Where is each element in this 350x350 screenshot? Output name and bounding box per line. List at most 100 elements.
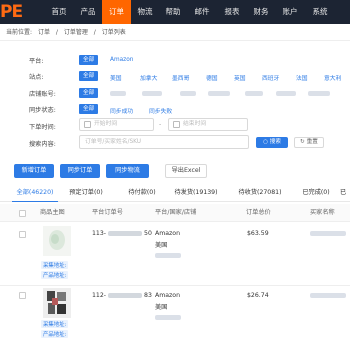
col-order-total: 订单总价 — [246, 209, 271, 216]
site-option-us[interactable]: 美国 — [110, 73, 122, 82]
row-country: 美国 — [155, 242, 168, 249]
order-number-prefix: 112- — [92, 292, 107, 299]
shop-option[interactable] — [308, 91, 330, 96]
site-option-france[interactable]: 法国 — [296, 73, 308, 82]
product-address-link[interactable]: 产品地址: — [41, 271, 69, 279]
product-thumbnail[interactable] — [43, 226, 71, 256]
table-row[interactable]: 采集地址: 产品地址: 113- 50 Amazon 美国 $63.59 — [0, 222, 350, 286]
redacted-order-number — [108, 230, 143, 236]
nav-reports[interactable]: 报表 — [217, 0, 247, 24]
site-option-germany[interactable]: 德国 — [206, 73, 218, 82]
top-nav: PE 首页 产品 订单 物流 帮助 邮件 报表 财务 账户 系统 — [0, 0, 350, 24]
shop-option[interactable] — [276, 91, 296, 96]
start-date-input[interactable]: 开始时间 — [79, 118, 154, 131]
sync-option-success[interactable]: 同步成功 — [110, 106, 133, 115]
order-number[interactable]: 113- 50 — [92, 230, 152, 237]
platform-option-amazon[interactable]: Amazon — [110, 57, 133, 63]
row-shop — [155, 315, 181, 320]
tab-all[interactable]: 全部(46220) — [12, 184, 58, 202]
shop-option[interactable] — [180, 91, 196, 96]
platform-label: 平台: — [29, 58, 44, 65]
nav-home[interactable]: 首页 — [44, 0, 74, 24]
collect-address-link[interactable]: 采集地址: — [41, 320, 69, 328]
col-platform-country-shop: 平台/国家/店铺 — [155, 209, 197, 216]
row-buyer-name — [310, 231, 346, 236]
end-date-placeholder: 结束时间 — [183, 121, 207, 127]
row-shop — [155, 253, 181, 258]
shop-option[interactable] — [142, 91, 162, 96]
nav-logistics[interactable]: 物流 — [131, 0, 159, 24]
export-excel-button[interactable]: 导出Excel — [165, 164, 207, 178]
sync-order-button[interactable]: 同步订单 — [60, 164, 100, 178]
row-checkbox[interactable] — [19, 231, 26, 238]
table-row[interactable]: 采集地址: 产品地址: 112- 83 Amazon 美国 $26.74 — [0, 286, 350, 350]
order-status-tabs: 全部(46220) 预定订单(0) 待付款(0) 待发货(19139) 待收货(… — [0, 184, 350, 202]
product-thumbnail[interactable] — [43, 288, 71, 318]
sync-logistics-button[interactable]: 同步物流 — [106, 164, 149, 178]
row-total: $26.74 — [247, 292, 269, 299]
reset-button[interactable]: ↻ 重置 — [294, 137, 324, 148]
tab-pending-payment[interactable]: 待付款(0) — [122, 184, 162, 202]
breadcrumb-order-management[interactable]: 订单管理 — [64, 29, 88, 36]
breadcrumb-order-list: 订单列表 — [101, 29, 126, 36]
nav-help[interactable]: 帮助 — [159, 0, 187, 24]
shop-label: 店铺账号: — [29, 91, 56, 98]
end-date-input[interactable]: 结束时间 — [168, 118, 248, 131]
breadcrumb-separator: / — [93, 29, 96, 36]
site-option-canada[interactable]: 加拿大 — [140, 73, 157, 82]
platform-all-button[interactable]: 全部 — [79, 55, 99, 65]
collect-address-link[interactable]: 采集地址: — [41, 261, 69, 269]
shop-option[interactable] — [245, 91, 263, 96]
row-checkbox[interactable] — [19, 292, 26, 299]
nav-mail[interactable]: 邮件 — [187, 0, 217, 24]
start-date-placeholder: 开始时间 — [94, 121, 118, 127]
site-all-button[interactable]: 全部 — [79, 71, 99, 81]
sync-all-button[interactable]: 全部 — [79, 104, 99, 114]
tab-pending-shipment[interactable]: 待发货(19139) — [166, 184, 226, 202]
tab-completed[interactable]: 已完成(0) — [294, 184, 338, 202]
col-order-number: 平台订单号 — [92, 209, 123, 216]
nav-system[interactable]: 系统 — [305, 0, 335, 24]
search-icon: ○ — [263, 139, 270, 145]
tab-reserved[interactable]: 预定订单(0) — [62, 184, 110, 202]
col-product-image: 商品主图 — [40, 209, 65, 216]
site-option-spain[interactable]: 西班牙 — [262, 73, 279, 82]
nav-products[interactable]: 产品 — [74, 0, 102, 24]
order-number-suffix: 83 — [144, 292, 152, 299]
redacted-order-number — [108, 292, 143, 298]
order-number[interactable]: 112- 83 — [92, 292, 152, 299]
search-button[interactable]: ○ 搜索 — [256, 137, 288, 148]
site-option-mexico[interactable]: 墨西哥 — [172, 73, 189, 82]
site-option-italy[interactable]: 意大利 — [324, 73, 341, 82]
search-button-label: 搜索 — [269, 139, 281, 145]
product-address-link[interactable]: 产品地址: — [41, 330, 69, 338]
select-all-checkbox[interactable] — [19, 210, 26, 217]
tab-more[interactable]: 已 — [340, 184, 350, 202]
row-total: $63.59 — [247, 230, 269, 237]
row-buyer-name — [310, 293, 346, 298]
row-platform: Amazon — [155, 292, 181, 299]
breadcrumb-separator: / — [55, 29, 58, 36]
breadcrumb-orders[interactable]: 订单 — [38, 29, 50, 36]
order-number-prefix: 113- — [92, 230, 107, 237]
row-platform: Amazon — [155, 230, 181, 237]
site-label: 站点: — [29, 74, 44, 81]
table-header: 商品主图 平台订单号 平台/国家/店铺 订单总价 买家名称 — [0, 204, 350, 222]
sync-option-failed[interactable]: 同步失败 — [149, 106, 172, 115]
calendar-icon — [173, 121, 180, 128]
nav-account[interactable]: 账户 — [275, 0, 305, 24]
date-range-separator: - — [159, 121, 162, 128]
search-input[interactable]: 订单号/买家姓名/SKU — [79, 135, 249, 149]
site-option-uk[interactable]: 英国 — [234, 73, 246, 82]
nav-orders[interactable]: 订单 — [102, 0, 131, 24]
order-number-suffix: 50 — [144, 230, 152, 237]
shop-option[interactable] — [110, 91, 126, 96]
nav-finance[interactable]: 财务 — [247, 0, 275, 24]
tab-pending-receipt[interactable]: 待收货(27081) — [230, 184, 290, 202]
new-order-button[interactable]: 新增订单 — [14, 164, 54, 178]
sync-status-label: 同步状态: — [29, 107, 56, 114]
reset-button-label: 重置 — [306, 139, 318, 145]
shop-option[interactable] — [208, 91, 230, 96]
shop-all-button[interactable]: 全部 — [79, 88, 99, 98]
row-country: 美国 — [155, 304, 168, 311]
